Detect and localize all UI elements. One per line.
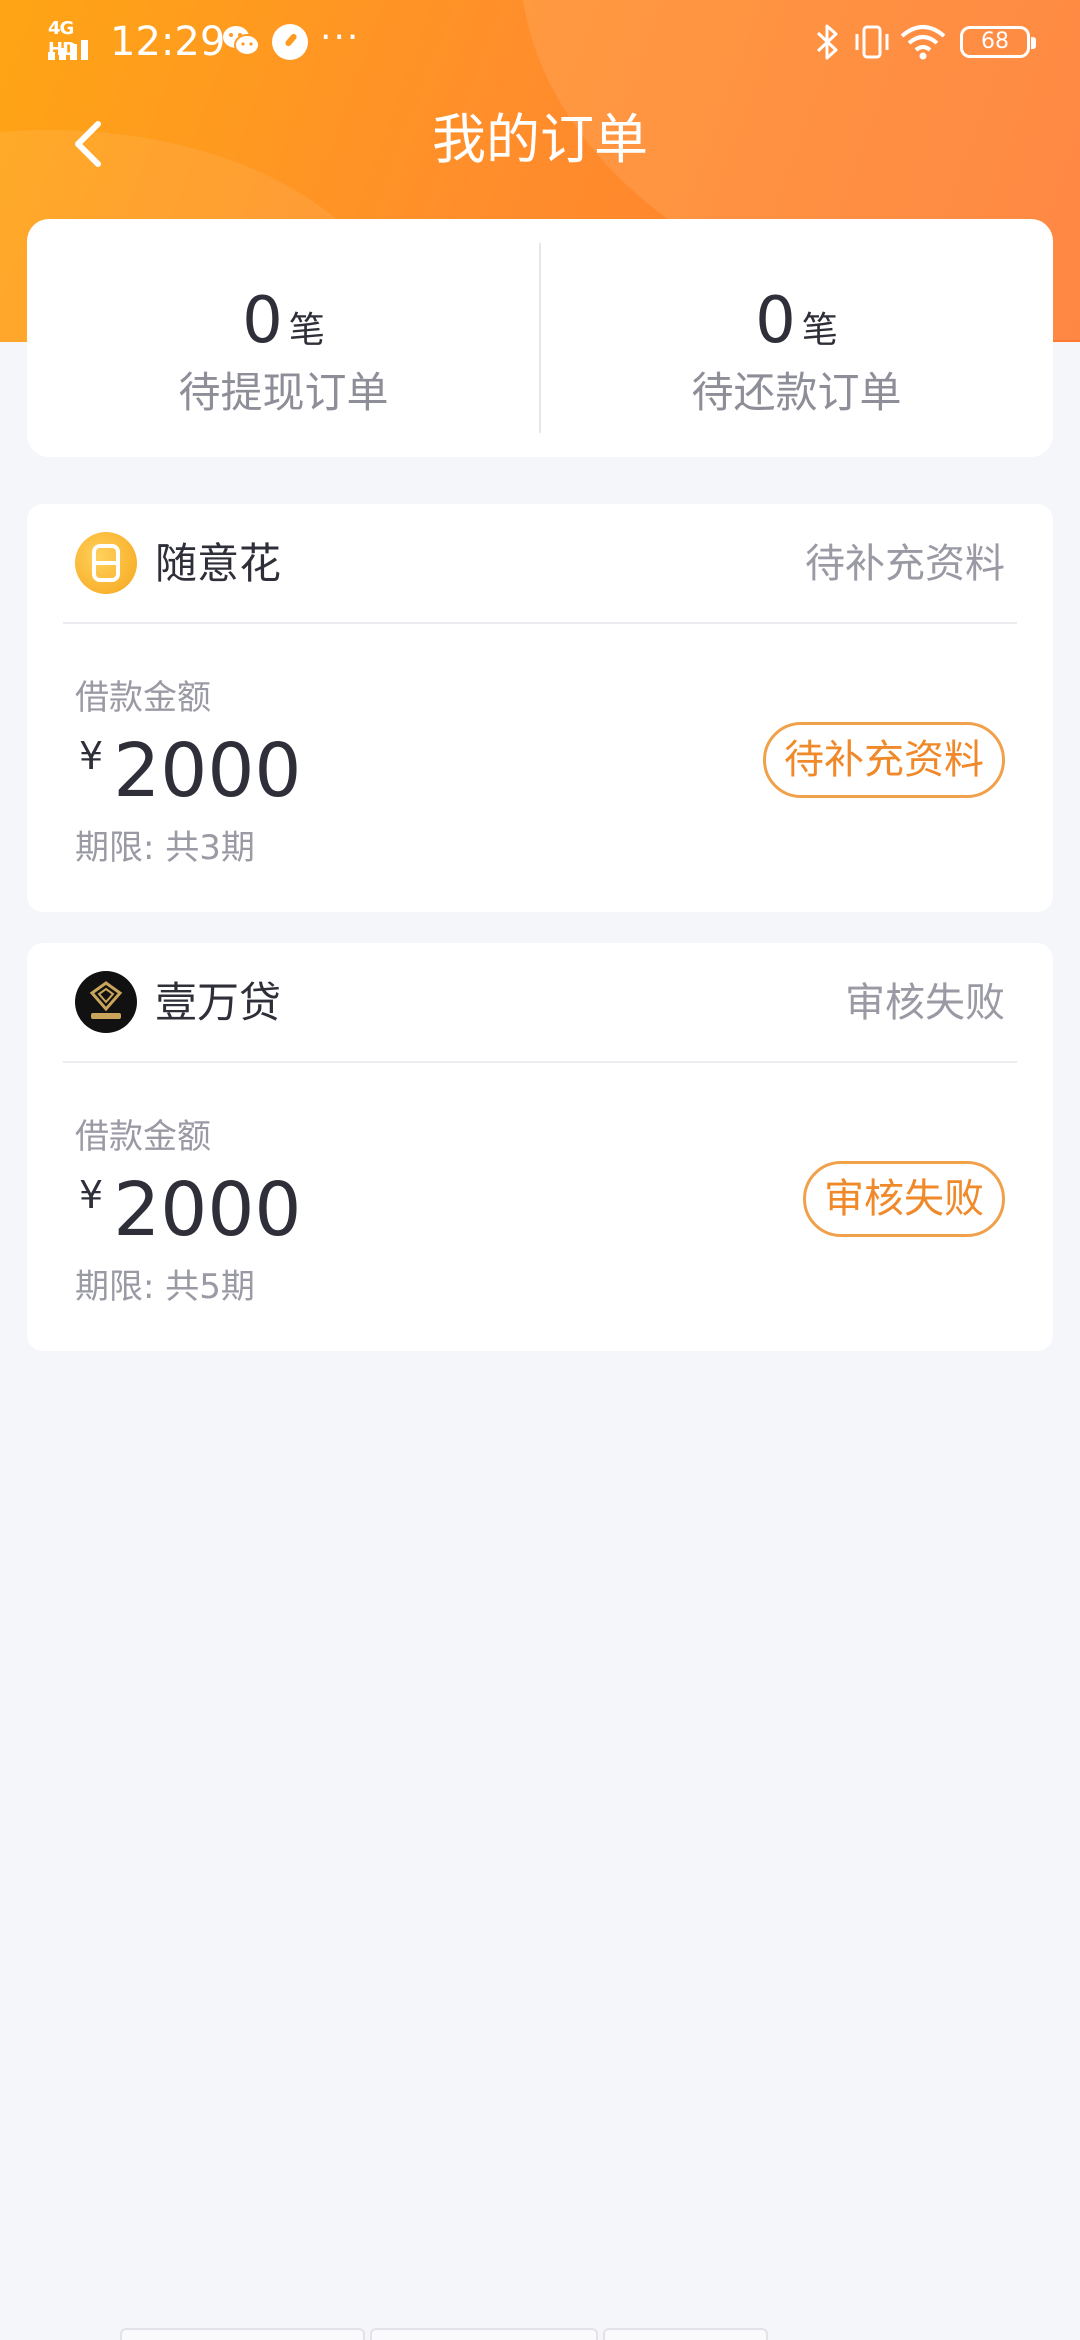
- status-time: 12:29: [110, 19, 226, 65]
- currency-symbol: ¥: [79, 1173, 104, 1217]
- status-bar: 4G HD 12:29 ··· 68: [0, 0, 1080, 84]
- brand-logo: [75, 532, 137, 594]
- pending-repayment-count: 0笔: [755, 284, 838, 358]
- amount-value: 2000: [113, 728, 302, 814]
- bottom-edge-decoration: [120, 2328, 970, 2340]
- bluetooth-icon: [816, 24, 838, 60]
- divider: [63, 622, 1017, 624]
- order-card-header: 壹万贷 审核失败: [27, 943, 1053, 1063]
- page-title: 我的订单: [432, 108, 648, 171]
- loan-amount-label: 借款金额: [75, 678, 211, 718]
- pending-withdrawal-label: 待提现订单: [178, 368, 389, 417]
- more-notifications-icon: ···: [320, 17, 361, 58]
- order-summary-card: 0笔 待提现订单 0笔 待还款订单: [27, 219, 1053, 457]
- supplement-info-button[interactable]: 待补充资料: [763, 722, 1005, 798]
- loan-amount-label: 借款金额: [75, 1117, 211, 1157]
- loan-term: 期限: 共3期: [75, 828, 255, 868]
- loan-term: 期限: 共5期: [75, 1267, 255, 1307]
- wechat-icon: [223, 26, 260, 56]
- amount-value: 2000: [113, 1167, 302, 1253]
- order-status: 审核失败: [845, 980, 1005, 1026]
- pending-withdrawal-count: 0笔: [242, 284, 325, 358]
- loan-amount: ¥2000: [79, 726, 302, 816]
- pending-repayment-summary[interactable]: 0笔 待还款订单: [540, 219, 1053, 457]
- speed-icon: [272, 24, 308, 60]
- pending-withdrawal-summary[interactable]: 0笔 待提现订单: [27, 219, 540, 457]
- pending-repayment-label: 待还款订单: [691, 368, 902, 417]
- review-failed-button[interactable]: 审核失败: [803, 1161, 1005, 1237]
- order-status: 待补充资料: [805, 541, 1005, 587]
- order-card[interactable]: 壹万贷 审核失败 借款金额 ¥2000 期限: 共5期 审核失败: [27, 943, 1053, 1351]
- order-card-header: 随意花 待补充资料: [27, 504, 1053, 624]
- vibrate-icon: [855, 25, 889, 59]
- battery-icon: 68: [960, 26, 1036, 58]
- brand-name: 随意花: [155, 539, 282, 588]
- currency-symbol: ¥: [79, 734, 104, 778]
- signal-icon: 4G HD: [46, 18, 98, 62]
- brand-logo: [75, 971, 137, 1033]
- loan-amount: ¥2000: [79, 1165, 302, 1255]
- divider: [63, 1061, 1017, 1063]
- wifi-icon: [900, 25, 946, 60]
- brand-name: 壹万贷: [155, 978, 282, 1027]
- order-card[interactable]: 随意花 待补充资料 借款金额 ¥2000 期限: 共3期 待补充资料: [27, 504, 1053, 912]
